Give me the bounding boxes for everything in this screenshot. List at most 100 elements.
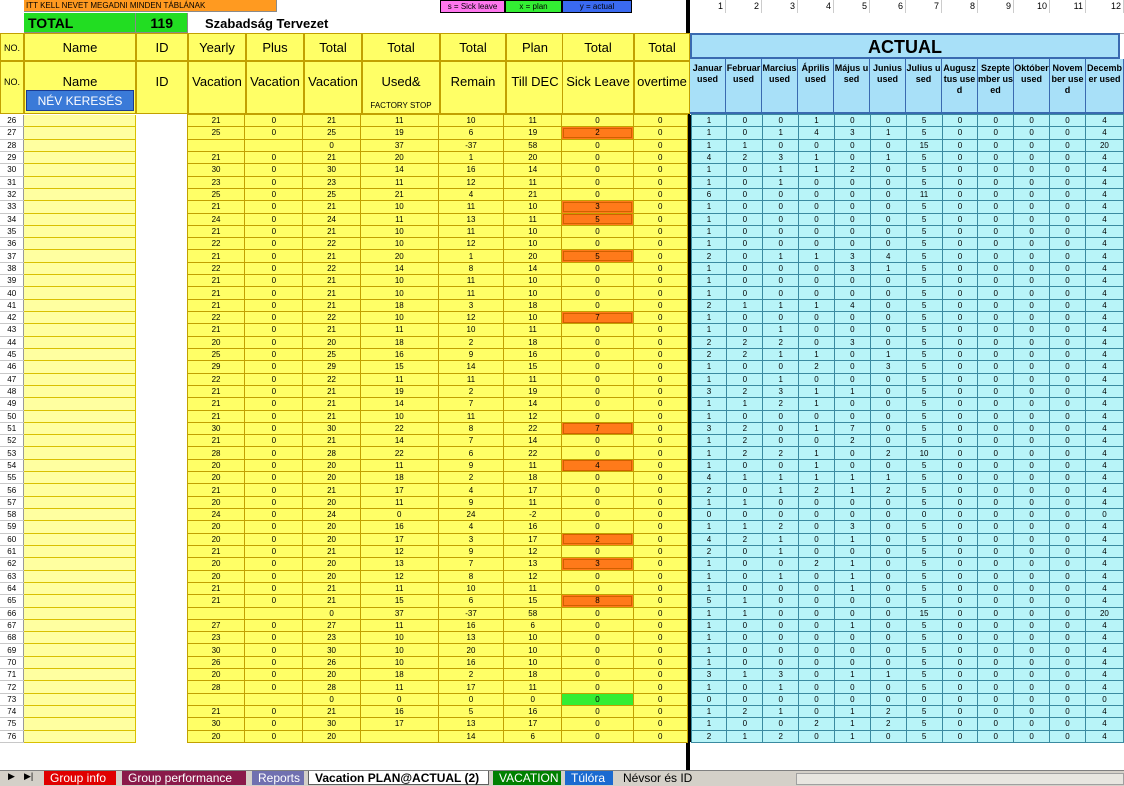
value-cell[interactable]: 11 [437,274,505,288]
month-cell[interactable]: 1 [833,618,871,633]
month-cell[interactable]: 1 [833,384,871,399]
month-cell[interactable]: 0 [833,347,871,362]
month-cell[interactable]: 0 [977,495,1015,510]
value-cell[interactable]: 0 [244,631,304,645]
value-cell[interactable]: 0 [632,347,688,362]
value-cell[interactable]: 0 [632,323,688,337]
month-cell[interactable]: 4 [1084,286,1124,300]
month-cell[interactable]: 5 [905,372,943,386]
month-cell[interactable]: 0 [726,200,764,214]
month-cell[interactable]: 2 [833,434,871,448]
month-cell[interactable]: 1 [690,631,728,645]
month-cell[interactable]: 0 [833,274,871,288]
value-cell[interactable]: 0 [632,507,688,522]
month-cell[interactable]: 0 [798,729,835,743]
value-cell[interactable]: 12 [503,544,563,559]
value-cell[interactable]: 8 [437,421,505,436]
name-cell[interactable] [23,594,136,608]
value-cell[interactable]: 11 [503,212,563,226]
value-cell[interactable]: 0 [244,175,304,189]
value-cell[interactable]: 16 [359,704,439,719]
month-cell[interactable]: 0 [941,668,979,682]
id-cell[interactable] [135,262,188,275]
month-cell[interactable]: 3 [690,668,728,682]
month-cell[interactable]: 2 [726,150,764,165]
value-cell[interactable]: 21 [186,483,246,497]
month-cell[interactable]: 0 [977,175,1015,189]
value-cell[interactable]: 0 [244,249,304,263]
value-cell[interactable]: 0 [632,150,688,165]
value-cell[interactable]: 4 [561,458,634,473]
month-cell[interactable]: 0 [762,507,800,522]
month-cell[interactable]: 4 [690,150,728,165]
value-cell[interactable]: 0 [632,532,688,546]
value-cell[interactable]: 0 [561,729,634,743]
month-cell[interactable]: 0 [1049,237,1086,251]
month-cell[interactable]: 0 [798,507,835,522]
id-cell[interactable] [135,200,188,213]
value-cell[interactable]: 21 [359,187,439,202]
value-cell[interactable]: 0 [632,557,688,571]
month-cell[interactable]: 4 [1084,594,1124,608]
name-cell[interactable] [23,607,136,620]
id-cell[interactable] [135,680,188,694]
month-cell[interactable]: 1 [869,471,907,485]
value-cell[interactable]: 9 [437,495,505,510]
id-cell[interactable] [135,422,188,435]
month-cell[interactable]: 2 [762,446,800,460]
name-cell[interactable] [23,533,136,546]
month-cell[interactable]: 0 [762,631,800,645]
month-cell[interactable]: 0 [1013,668,1051,682]
month-cell[interactable]: 0 [798,409,835,423]
id-cell[interactable] [135,126,188,140]
value-cell[interactable]: 12 [437,175,505,189]
month-cell[interactable]: 1 [833,557,871,571]
month-cell[interactable]: 0 [798,261,835,276]
name-cell[interactable] [23,459,136,473]
value-cell[interactable]: 24 [186,212,246,226]
month-cell[interactable]: 0 [1049,286,1086,300]
month-cell[interactable]: 0 [1013,310,1051,325]
month-cell[interactable]: 0 [726,717,764,731]
month-cell[interactable]: 0 [726,409,764,423]
month-cell[interactable]: 20 [1084,138,1124,152]
value-cell[interactable]: 0 [632,200,688,214]
month-cell[interactable]: 2 [798,717,835,731]
month-cell[interactable]: 0 [833,175,871,189]
month-cell[interactable]: 0 [762,274,800,288]
month-cell[interactable]: 1 [762,347,800,362]
value-cell[interactable]: 0 [244,212,304,226]
month-cell[interactable]: 0 [1013,520,1051,534]
month-cell[interactable]: 0 [977,434,1015,448]
month-cell[interactable]: 5 [905,163,943,177]
name-cell[interactable] [23,286,136,300]
value-cell[interactable]: 13 [437,212,505,226]
month-cell[interactable]: 0 [869,729,907,743]
month-cell[interactable]: 0 [941,581,979,596]
value-cell[interactable]: 14 [503,397,563,411]
month-cell[interactable]: 0 [762,212,800,226]
month-cell[interactable]: 0 [977,409,1015,423]
value-cell[interactable]: 16 [437,618,505,633]
month-cell[interactable]: 2 [762,335,800,349]
name-cell[interactable] [23,274,136,288]
month-cell[interactable]: 0 [833,643,871,657]
month-cell[interactable]: 0 [798,594,835,608]
value-cell[interactable]: 14 [503,163,563,177]
value-cell[interactable]: 20 [186,471,246,485]
value-cell[interactable]: 3 [561,200,634,214]
month-cell[interactable]: 0 [1049,323,1086,337]
value-cell[interactable]: 20 [186,532,246,546]
month-cell[interactable]: 0 [941,409,979,423]
month-cell[interactable]: 0 [941,421,979,436]
month-cell[interactable]: 4 [1084,409,1124,423]
value-cell[interactable]: 0 [244,471,304,485]
month-cell[interactable]: 0 [1013,274,1051,288]
value-cell[interactable]: 0 [632,581,688,596]
month-cell[interactable]: 1 [690,138,728,152]
month-cell[interactable]: 0 [798,323,835,337]
value-cell[interactable]: 21 [302,249,361,263]
month-cell[interactable]: 5 [905,544,943,559]
tab-sheet[interactable]: Reports [252,771,304,785]
value-cell[interactable]: 0 [244,717,304,731]
